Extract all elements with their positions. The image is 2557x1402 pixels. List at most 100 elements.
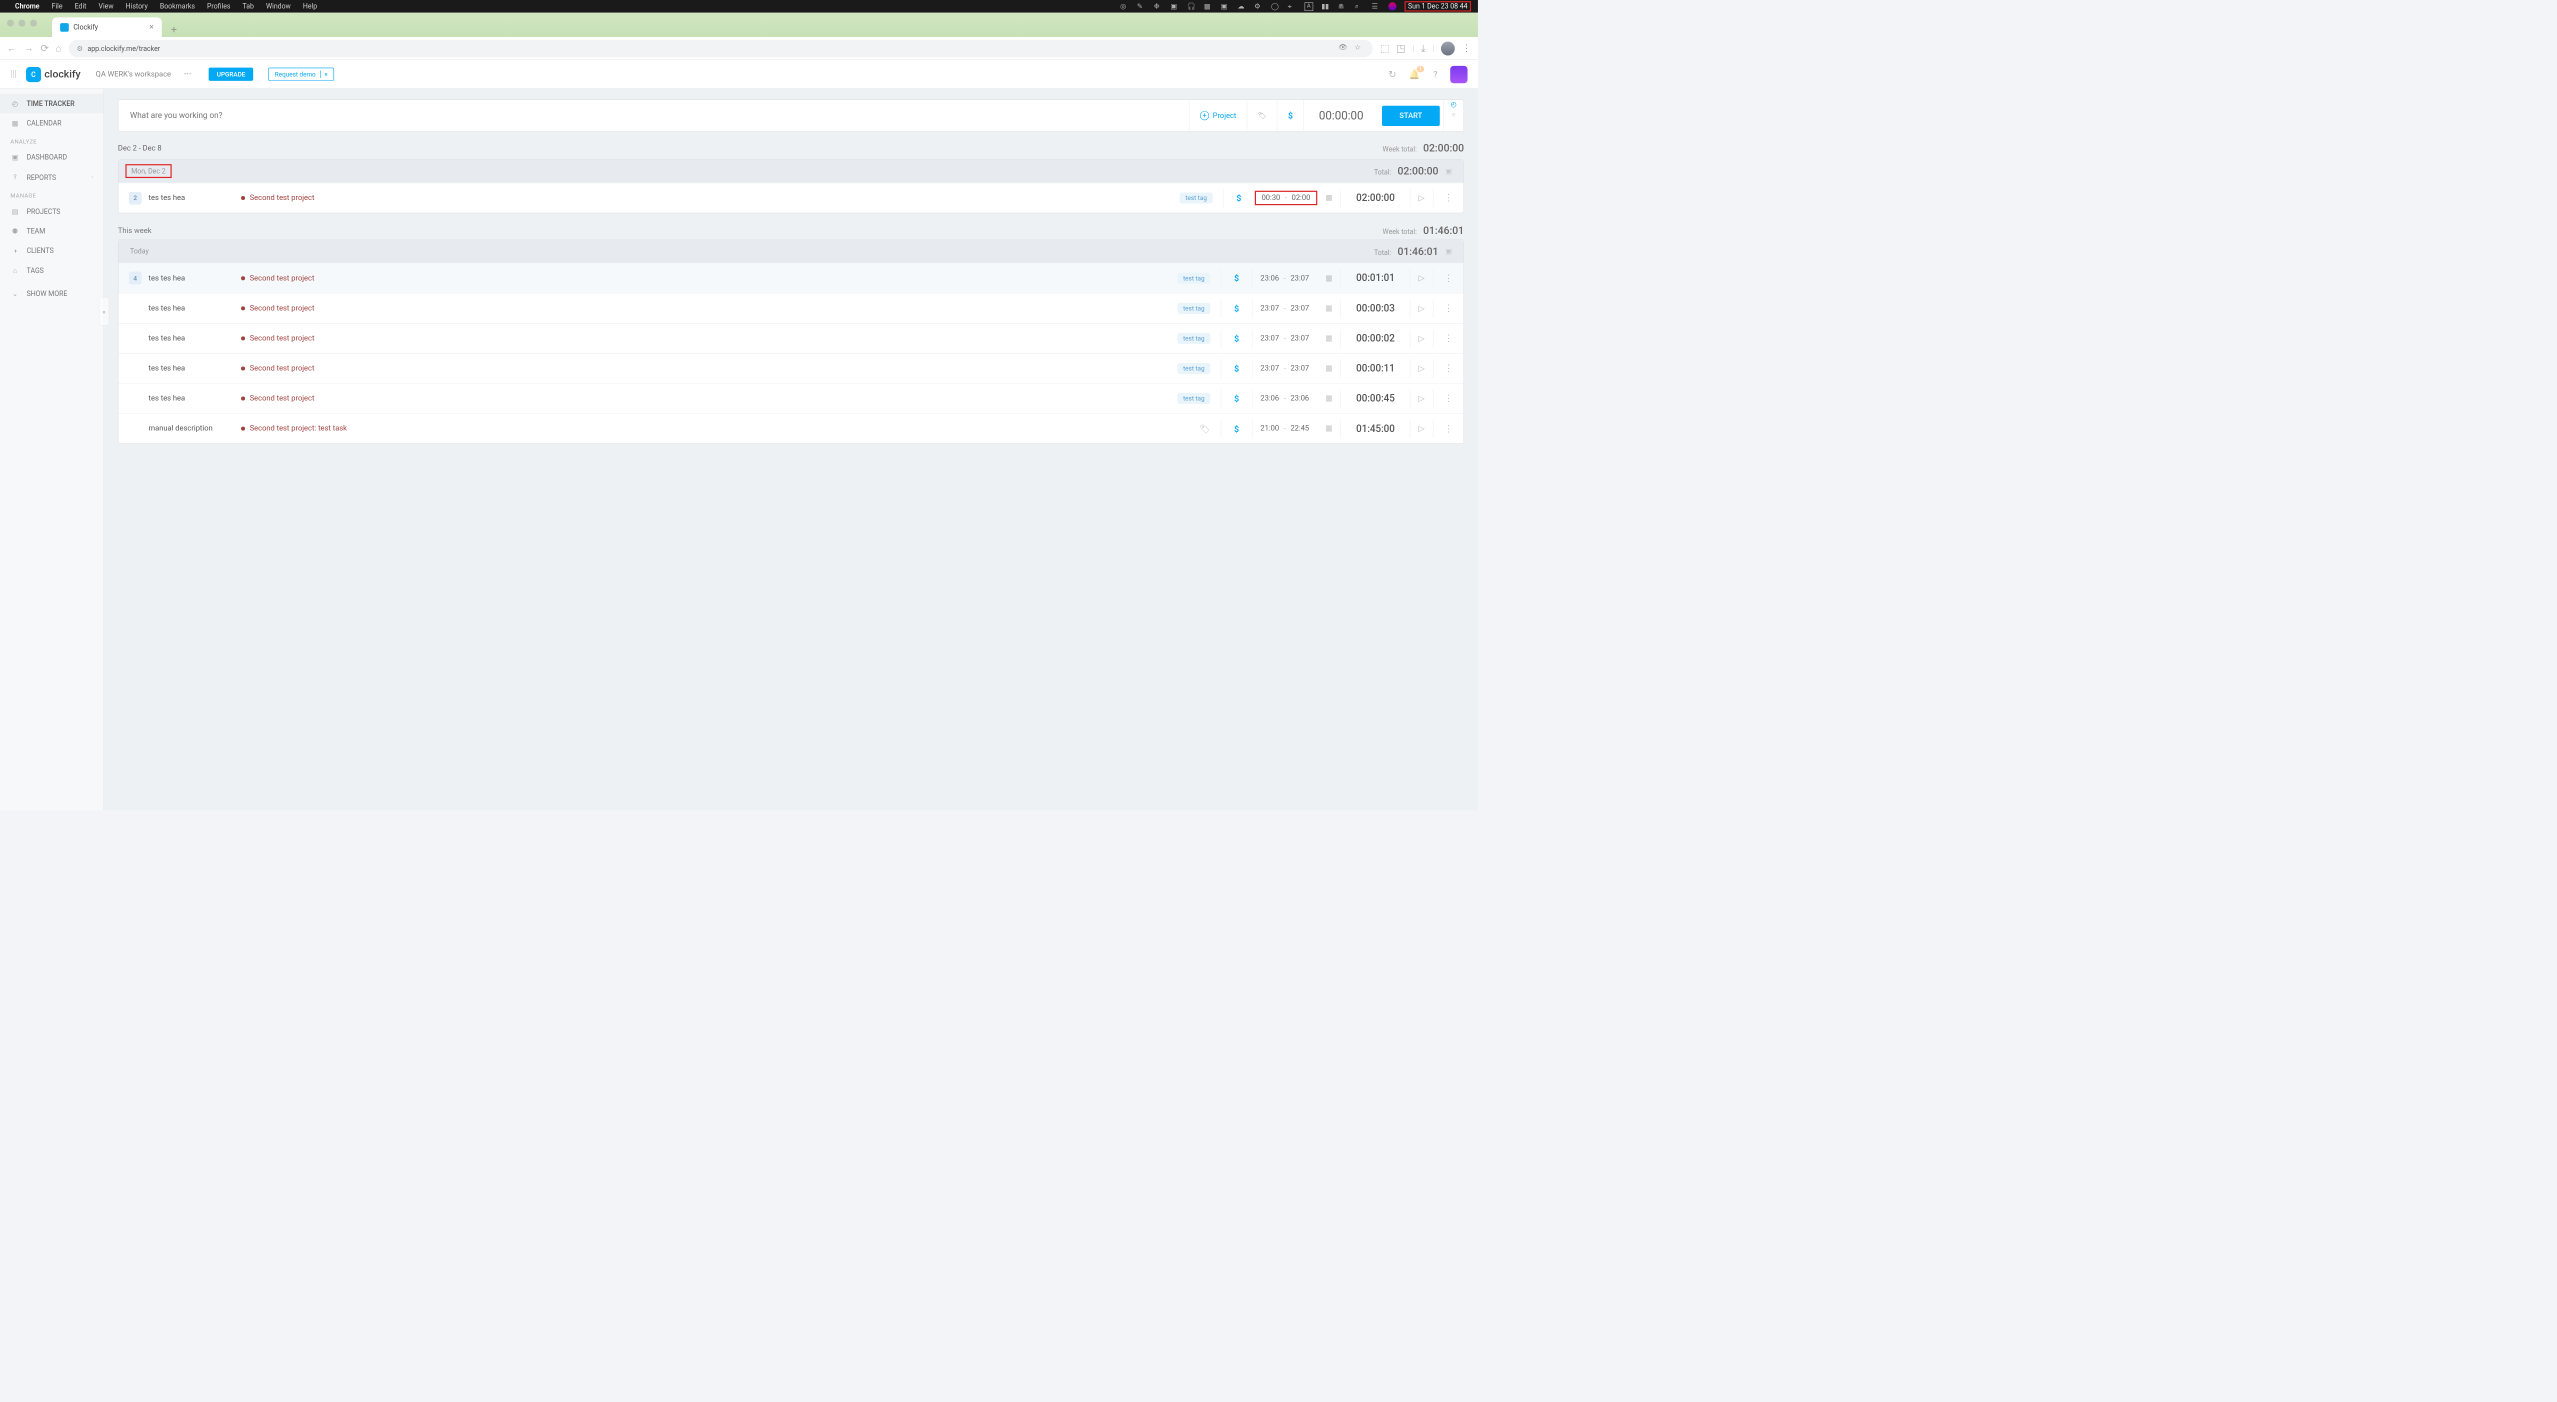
entry-description[interactable]: manual description bbox=[149, 424, 241, 433]
new-tab-button[interactable]: + bbox=[166, 22, 181, 37]
bluetooth-icon[interactable]: ⌖ bbox=[1288, 2, 1297, 11]
sidebar-item-clients[interactable]: ◑ CLIENTS bbox=[0, 241, 103, 261]
menu-history[interactable]: History bbox=[126, 2, 148, 10]
tray-icon[interactable]: ☁ bbox=[1238, 2, 1247, 11]
entry-menu[interactable]: ⋮ bbox=[1433, 333, 1463, 344]
search-icon[interactable]: ⌕ bbox=[1355, 2, 1364, 11]
sidebar-show-more[interactable]: ⌄ SHOW MORE bbox=[0, 284, 103, 304]
sidebar-item-projects[interactable]: ▤ PROJECTS bbox=[0, 202, 103, 222]
eye-icon[interactable]: 👁 bbox=[1338, 43, 1348, 53]
time-entry[interactable]: tes tes heaSecond test projecttest tag$2… bbox=[118, 383, 1463, 413]
start-time[interactable]: 21:00 bbox=[1260, 424, 1279, 433]
play-icon[interactable]: ▷ bbox=[1410, 304, 1432, 313]
menu-profiles[interactable]: Profiles bbox=[207, 2, 230, 10]
entry-duration[interactable]: 01:45:00 bbox=[1341, 423, 1410, 435]
entry-duration[interactable]: 00:00:02 bbox=[1341, 333, 1410, 345]
clock[interactable]: Sun 1 Dec 23 08 44 bbox=[1405, 1, 1471, 11]
address-bar[interactable]: ⚙ app.clockify.me/tracker 👁 ☆ bbox=[69, 40, 1374, 57]
end-time[interactable]: 23:07 bbox=[1290, 274, 1309, 283]
tray-icon[interactable]: 🎧 bbox=[1187, 2, 1196, 11]
entry-tag[interactable]: test tag bbox=[1180, 192, 1213, 203]
profile-avatar[interactable] bbox=[1441, 41, 1455, 55]
billable-toggle[interactable]: $ bbox=[1277, 100, 1303, 131]
billable-toggle[interactable]: $ bbox=[1221, 303, 1251, 313]
tag-picker[interactable]: 🏷 bbox=[1247, 100, 1277, 131]
menu-file[interactable]: File bbox=[52, 2, 63, 10]
entry-duration[interactable]: 02:00:00 bbox=[1341, 192, 1410, 204]
entry-tag[interactable]: test tag bbox=[1177, 363, 1210, 374]
tray-icon[interactable]: ✎ bbox=[1137, 2, 1146, 11]
menu-view[interactable]: View bbox=[99, 2, 114, 10]
sidebar-item-calendar[interactable]: ▦ CALENDAR bbox=[0, 113, 103, 133]
time-entry[interactable]: tes tes heaSecond test projecttest tag$2… bbox=[118, 353, 1463, 383]
entry-menu[interactable]: ⋮ bbox=[1433, 393, 1463, 404]
tray-icon[interactable]: ◯ bbox=[1271, 2, 1280, 11]
play-icon[interactable]: ▷ bbox=[1410, 394, 1432, 403]
entry-tag[interactable]: test tag bbox=[1177, 273, 1210, 284]
tray-icon[interactable]: ▣ bbox=[1170, 2, 1179, 11]
sidebar-item-tags[interactable]: ⌂ TAGS bbox=[0, 261, 103, 281]
entry-duration[interactable]: 00:00:11 bbox=[1341, 363, 1410, 375]
entry-description[interactable]: tes tes hea bbox=[149, 394, 241, 403]
start-time[interactable]: 23:06 bbox=[1260, 274, 1279, 283]
end-time[interactable]: 23:07 bbox=[1290, 364, 1309, 373]
menu-bookmarks[interactable]: Bookmarks bbox=[160, 2, 195, 10]
project-picker[interactable]: + Project bbox=[1189, 100, 1247, 131]
entry-tag[interactable]: test tag bbox=[1177, 393, 1210, 404]
calendar-icon[interactable]: ▦ bbox=[1317, 394, 1340, 403]
end-time[interactable]: 23:06 bbox=[1290, 394, 1309, 403]
billable-toggle[interactable]: $ bbox=[1221, 333, 1251, 343]
entry-times[interactable]: 23:07-23:07 bbox=[1252, 304, 1317, 313]
entry-times[interactable]: 23:06-23:07 bbox=[1252, 274, 1317, 283]
sidebar-item-dashboard[interactable]: ▣ DASHBOARD bbox=[0, 147, 103, 167]
entry-menu[interactable]: ⋮ bbox=[1433, 303, 1463, 314]
forward-button[interactable]: → bbox=[24, 42, 34, 54]
start-time[interactable]: 23:07 bbox=[1260, 364, 1279, 373]
notifications-icon[interactable]: 🔔1 bbox=[1409, 69, 1421, 80]
calendar-icon[interactable]: ▦ bbox=[1317, 274, 1340, 283]
bookmark-icon[interactable]: ☆ bbox=[1355, 43, 1365, 53]
workspace-menu[interactable]: ••• bbox=[184, 70, 192, 79]
help-icon[interactable]: ? bbox=[1433, 69, 1437, 80]
start-time[interactable]: 23:07 bbox=[1260, 334, 1279, 343]
calendar-icon[interactable]: ▦ bbox=[1317, 304, 1340, 313]
start-button[interactable]: START bbox=[1382, 105, 1440, 125]
workspace-name[interactable]: QA WERK's workspace bbox=[96, 70, 171, 79]
entry-menu[interactable]: ⋮ bbox=[1433, 363, 1463, 374]
entry-menu[interactable]: ⋮ bbox=[1433, 192, 1463, 203]
entry-menu[interactable]: ⋮ bbox=[1433, 273, 1463, 284]
sidebar-item-timetracker[interactable]: ◴ TIME TRACKER bbox=[0, 94, 103, 114]
bulk-edit-icon[interactable]: ▣ bbox=[1445, 247, 1452, 255]
input-icon[interactable]: A bbox=[1305, 2, 1314, 11]
calendar-icon[interactable]: ▦ bbox=[1317, 194, 1340, 203]
time-entry[interactable]: 2 tes tes hea Second test project test t… bbox=[118, 183, 1463, 213]
battery-icon[interactable]: ▮▮ bbox=[1321, 2, 1330, 11]
billable-toggle[interactable]: $ bbox=[1221, 273, 1251, 283]
close-icon[interactable]: × bbox=[320, 71, 327, 79]
apps-icon[interactable]: ⦙⦙⦙ bbox=[10, 68, 16, 80]
time-entry[interactable]: tes tes heaSecond test projecttest tag$2… bbox=[118, 323, 1463, 353]
entry-duration[interactable]: 00:01:01 bbox=[1341, 272, 1410, 284]
play-icon[interactable]: ▷ bbox=[1410, 334, 1432, 343]
play-icon[interactable]: ▷ bbox=[1410, 364, 1432, 373]
play-icon[interactable]: ▷ bbox=[1410, 424, 1432, 433]
menu-app[interactable]: Chrome bbox=[15, 2, 39, 10]
siri-icon[interactable] bbox=[1388, 2, 1396, 10]
start-time[interactable]: 00:30 bbox=[1262, 194, 1281, 203]
entry-menu[interactable]: ⋮ bbox=[1433, 423, 1463, 434]
tray-icon[interactable]: ❉ bbox=[1154, 2, 1163, 11]
entry-project[interactable]: Second test project bbox=[241, 394, 314, 403]
tray-icon[interactable]: ◎ bbox=[1120, 2, 1129, 11]
sidebar-item-team[interactable]: ⚉ TEAM bbox=[0, 221, 103, 241]
entry-times[interactable]: 23:06-23:06 bbox=[1252, 394, 1317, 403]
start-time[interactable]: 23:07 bbox=[1260, 304, 1279, 313]
entry-project[interactable]: Second test project bbox=[241, 304, 314, 313]
menu-window[interactable]: Window bbox=[266, 2, 291, 10]
entry-project[interactable]: Second test project bbox=[241, 194, 314, 203]
entry-duration[interactable]: 00:00:45 bbox=[1341, 393, 1410, 405]
timer-display[interactable]: 00:00:00 bbox=[1303, 100, 1378, 131]
entry-count[interactable]: 2 bbox=[129, 192, 142, 205]
entry-times[interactable]: 23:07-23:07 bbox=[1252, 334, 1317, 343]
entry-description[interactable]: tes tes hea bbox=[149, 194, 241, 203]
sidebar-item-reports[interactable]: ⫯ REPORTS › bbox=[0, 167, 103, 187]
